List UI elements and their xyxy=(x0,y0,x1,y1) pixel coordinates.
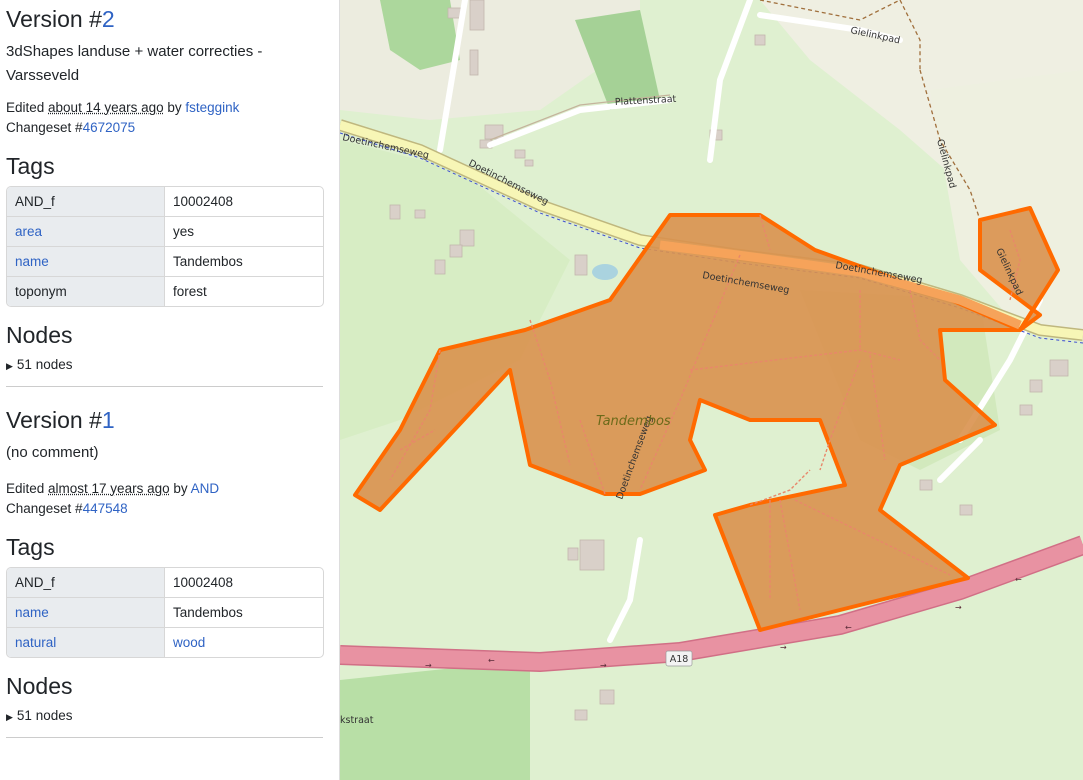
tag-key-link[interactable]: area xyxy=(7,216,165,246)
tags-table: AND_f 10002408 area yes name Tandembos t… xyxy=(6,186,324,307)
tag-value: 10002408 xyxy=(173,575,234,590)
tags-heading: Tags xyxy=(6,153,55,179)
nodes-heading: Nodes xyxy=(6,322,73,348)
tag-value-link[interactable]: wood xyxy=(165,627,323,657)
version-block: Version #1 (no comment) Edited almost 17… xyxy=(0,405,339,723)
changeset-link[interactable]: 4672075 xyxy=(83,120,136,135)
version-title: Version #1 xyxy=(6,407,115,433)
tag-key: AND_f xyxy=(7,187,165,216)
disclosure-triangle-icon: ▶ xyxy=(6,361,13,371)
tag-value: yes xyxy=(165,216,323,246)
changeset-link[interactable]: 447548 xyxy=(83,501,128,516)
tags-heading: Tags xyxy=(6,534,55,560)
tags-table: AND_f 10002408 name Tandembos natural wo… xyxy=(6,567,324,658)
nodes-summary: 51 nodes xyxy=(16,708,73,723)
tag-row: area yes xyxy=(7,216,323,246)
tag-key-link[interactable]: name xyxy=(7,597,165,627)
tag-row: AND_f 10002408 xyxy=(7,568,323,597)
nodes-disclosure[interactable]: ▶ 51 nodes xyxy=(6,708,333,723)
disclosure-triangle-icon: ▶ xyxy=(6,712,13,722)
svg-text:←: ← xyxy=(845,623,852,632)
svg-text:→: → xyxy=(780,643,787,652)
nodes-heading: Nodes xyxy=(6,673,73,699)
map-canvas[interactable]: → ← → → ← → ← A18 Gielinkpad Gielinkpad … xyxy=(340,0,1083,780)
tag-value: forest xyxy=(165,276,323,306)
nodes-summary: 51 nodes xyxy=(16,357,73,372)
user-link[interactable]: fsteggink xyxy=(185,100,239,115)
label-area-tandembos: Tandembos xyxy=(596,414,671,429)
svg-text:→: → xyxy=(425,661,432,670)
version-number-link[interactable]: 1 xyxy=(102,407,115,433)
version-title: Version #2 xyxy=(6,6,115,32)
changeset-line: Changeset #447548 xyxy=(6,501,128,516)
edited-line: Edited about 14 years ago by fsteggink xyxy=(6,100,240,115)
label-kstraat: kstraat xyxy=(340,715,374,726)
version-number-link[interactable]: 2 xyxy=(102,6,115,32)
svg-text:→: → xyxy=(955,603,962,612)
nodes-disclosure[interactable]: ▶ 51 nodes xyxy=(6,357,333,372)
history-sidebar: Version #2 3dShapes landuse + water corr… xyxy=(0,0,340,780)
pond xyxy=(592,264,618,280)
tag-row: name Tandembos xyxy=(7,597,323,627)
tag-row: toponym forest xyxy=(7,276,323,306)
tag-value: Tandembos xyxy=(165,597,323,627)
tag-value: 10002408 xyxy=(173,194,234,209)
a18-label: A18 xyxy=(670,654,689,665)
version-block: Version #2 3dShapes landuse + water corr… xyxy=(0,4,339,372)
user-link[interactable]: AND xyxy=(191,481,220,496)
svg-text:←: ← xyxy=(488,656,495,665)
svg-text:→: → xyxy=(600,661,607,670)
tag-key-link[interactable]: name xyxy=(7,246,165,276)
edited-time: almost 17 years ago xyxy=(48,481,170,496)
tag-row: natural wood xyxy=(7,627,323,657)
tag-key: toponym xyxy=(7,276,165,306)
tag-key-link[interactable]: natural xyxy=(7,627,165,657)
changeset-comment: (no comment) xyxy=(6,444,99,461)
version-divider xyxy=(6,737,323,738)
edited-time: about 14 years ago xyxy=(48,100,164,115)
changeset-comment: 3dShapes landuse + water correcties - Va… xyxy=(6,43,263,84)
changeset-line: Changeset #4672075 xyxy=(6,120,136,135)
map-view[interactable]: → ← → → ← → ← A18 Gielinkpad Gielinkpad … xyxy=(340,0,1083,780)
tag-key: AND_f xyxy=(7,568,165,597)
svg-text:←: ← xyxy=(1015,575,1022,584)
tag-row: AND_f 10002408 xyxy=(7,187,323,216)
tag-row: name Tandembos xyxy=(7,246,323,276)
tag-value: Tandembos xyxy=(165,246,323,276)
version-divider xyxy=(6,386,323,387)
edited-line: Edited almost 17 years ago by AND xyxy=(6,481,220,496)
